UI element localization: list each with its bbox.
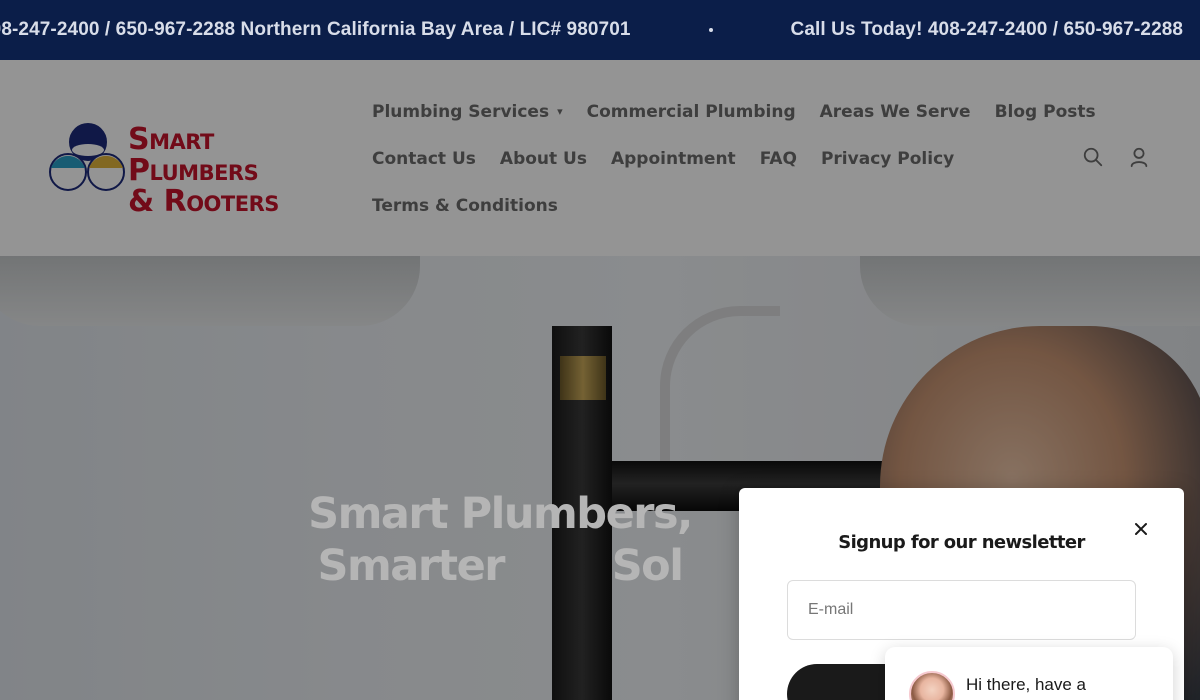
announcement-bar: 408-247-2400 / 650-967-2288 Northern Cal… xyxy=(0,0,1200,60)
close-icon[interactable] xyxy=(1132,520,1150,538)
announcement-separator xyxy=(708,28,713,32)
email-field[interactable] xyxy=(787,580,1136,640)
avatar xyxy=(909,671,955,700)
announcement-track: 408-247-2400 / 650-967-2288 Northern Cal… xyxy=(0,0,1183,60)
modal-backdrop-header[interactable] xyxy=(0,60,1200,256)
newsletter-title: Signup for our newsletter xyxy=(838,532,1085,553)
announcement-text-call: Call Us Today! 408-247-2400 / 650-967-22… xyxy=(790,19,1184,40)
announcement-text: 408-247-2400 / 650-967-2288 Northern Cal… xyxy=(0,19,631,40)
chat-message: Hi there, have a xyxy=(966,675,1087,694)
chat-widget[interactable]: Hi there, have a xyxy=(885,647,1173,700)
